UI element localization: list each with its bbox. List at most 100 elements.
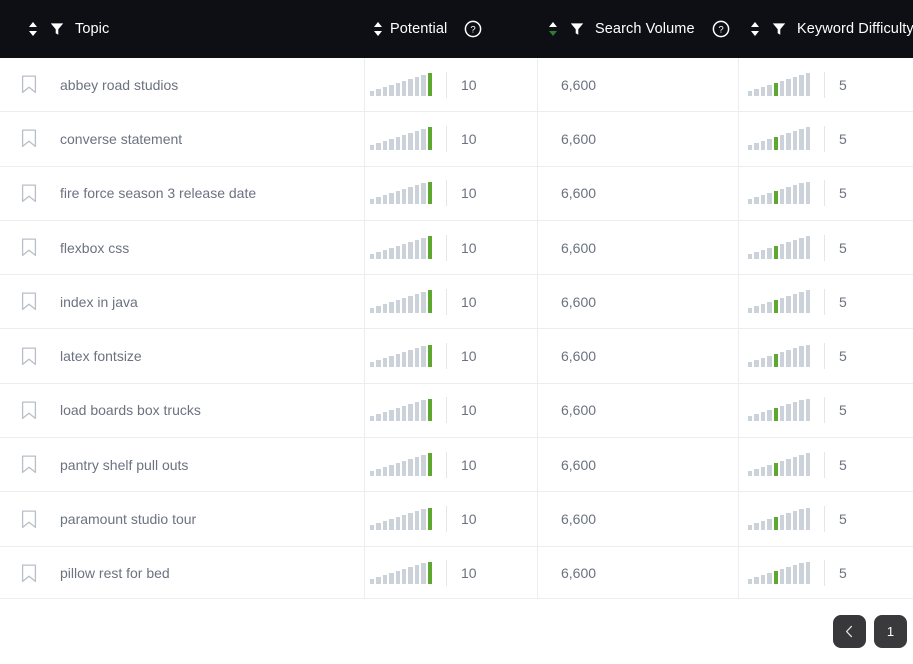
- table-row[interactable]: latex fontsize 10 6,600 5: [0, 329, 913, 384]
- potential-value: 10: [461, 130, 477, 147]
- keyword-difficulty-bar-chart: [748, 344, 812, 368]
- bookmark-icon[interactable]: [0, 238, 46, 257]
- sort-ascending-arrow: [750, 22, 759, 27]
- table-row[interactable]: pillow rest for bed 10 6,600 5: [0, 546, 913, 598]
- cell-topic: latex fontsize: [0, 329, 364, 382]
- search-volume-value: 6,600: [561, 456, 597, 473]
- topic-label: abbey road studios: [60, 76, 179, 93]
- bookmark-icon[interactable]: [0, 292, 46, 311]
- search-volume-value: 6,600: [561, 565, 597, 582]
- keyword-difficulty-value: 5: [839, 130, 847, 147]
- table-row[interactable]: flexbox css 10 6,600 5: [0, 220, 913, 276]
- keyword-difficulty-bar-chart: [748, 561, 812, 585]
- topic-label: paramount studio tour: [60, 511, 197, 528]
- column-header-keyword-difficulty-label: Keyword Difficulty: [797, 21, 913, 37]
- svg-text:?: ?: [471, 25, 476, 36]
- potential-bar-chart: [370, 236, 434, 259]
- cell-keyword-difficulty: 5: [738, 383, 913, 438]
- bookmark-icon-glyph: [21, 292, 37, 311]
- bookmark-icon[interactable]: [0, 564, 46, 583]
- bookmark-icon-glyph: [21, 401, 37, 419]
- metric-divider: [824, 560, 825, 587]
- potential-bar-chart: [370, 561, 434, 585]
- bookmark-icon[interactable]: [0, 455, 46, 474]
- topic-label: converse statement: [60, 130, 183, 147]
- chevron-left-icon: [845, 625, 853, 638]
- bookmark-icon[interactable]: [0, 184, 46, 203]
- table-row[interactable]: converse statement 10 6,600 5: [0, 112, 913, 167]
- column-header-search-volume-label: Search Volume: [595, 21, 695, 37]
- metric-divider: [446, 71, 447, 98]
- keyword-difficulty-metric: 5: [738, 560, 857, 587]
- cell-topic: pillow rest for bed: [0, 547, 364, 598]
- sort-ascending-arrow: [28, 22, 37, 27]
- sort-icon-search-volume[interactable]: [544, 16, 561, 42]
- bookmark-icon[interactable]: [0, 347, 46, 366]
- cell-potential: 10: [364, 58, 537, 112]
- potential-metric: 10: [364, 397, 479, 424]
- potential-value: 10: [461, 456, 477, 473]
- column-header-topic[interactable]: Topic: [0, 0, 364, 58]
- metric-divider: [824, 397, 825, 424]
- potential-metric: 10: [364, 343, 479, 370]
- table-row[interactable]: pantry shelf pull outs 10 6,600 5: [0, 438, 913, 493]
- potential-value: 10: [461, 511, 477, 528]
- bookmark-icon[interactable]: [0, 401, 46, 420]
- potential-value: 10: [461, 76, 477, 93]
- pagination-prev-button[interactable]: [833, 615, 866, 648]
- sort-icon-topic[interactable]: [24, 16, 41, 42]
- keyword-difficulty-bar-chart: [748, 73, 812, 96]
- bookmark-icon-glyph: [21, 564, 37, 582]
- column-header-keyword-difficulty[interactable]: Keyword Difficulty ?: [738, 0, 913, 58]
- keyword-difficulty-metric: 5: [738, 125, 857, 152]
- metric-divider: [446, 397, 447, 424]
- cell-search-volume: 6,600: [537, 112, 738, 166]
- table-row[interactable]: abbey road studios 10 6,600 5: [0, 58, 913, 113]
- metric-divider: [824, 288, 825, 315]
- bookmark-icon[interactable]: [0, 129, 46, 148]
- potential-bar-chart: [370, 398, 434, 422]
- sort-icon-potential[interactable]: [369, 16, 386, 42]
- help-icon-search-volume[interactable]: ?: [708, 16, 734, 42]
- topic-label: pantry shelf pull outs: [60, 456, 189, 473]
- keyword-difficulty-value: 5: [839, 511, 847, 528]
- search-volume-value: 6,600: [561, 348, 597, 365]
- cell-keyword-difficulty: 5: [738, 275, 913, 329]
- pagination-page-1-button[interactable]: 1: [874, 615, 907, 648]
- keyword-difficulty-bar-chart: [748, 127, 812, 150]
- column-header-search-volume[interactable]: Search Volume ?: [537, 0, 738, 58]
- bookmark-icon[interactable]: [0, 75, 46, 94]
- sort-ascending-arrow: [548, 22, 557, 27]
- metric-divider: [824, 343, 825, 370]
- cell-keyword-difficulty: 5: [738, 438, 913, 492]
- cell-topic: fire force season 3 release date: [0, 167, 364, 220]
- cell-search-volume: 6,600: [537, 275, 738, 329]
- table-row[interactable]: fire force season 3 release date 10 6,600 5: [0, 166, 913, 221]
- potential-metric: 10: [364, 560, 479, 587]
- metric-divider: [446, 180, 447, 207]
- filter-icon-keyword-difficulty[interactable]: [768, 16, 790, 42]
- table-row[interactable]: paramount studio tour 10 6,600 5: [0, 492, 913, 547]
- filter-icon-topic[interactable]: [46, 16, 68, 42]
- cell-search-volume: 6,600: [537, 166, 738, 221]
- potential-metric: 10: [364, 125, 479, 152]
- table-row[interactable]: load boards box trucks 10 6,600 5: [0, 383, 913, 439]
- metric-divider: [446, 343, 447, 370]
- table-footer: 1: [0, 598, 913, 664]
- cell-keyword-difficulty: 5: [738, 546, 913, 598]
- bookmark-icon[interactable]: [0, 509, 46, 529]
- keyword-difficulty-bar-chart: [748, 398, 812, 422]
- potential-value: 10: [461, 348, 477, 365]
- sort-icon-keyword-difficulty[interactable]: [746, 16, 763, 42]
- help-icon-potential[interactable]: ?: [460, 16, 486, 42]
- potential-metric: 10: [364, 506, 479, 533]
- topic-label: fire force season 3 release date: [60, 185, 257, 202]
- metric-divider: [824, 506, 825, 533]
- cell-search-volume: 6,600: [537, 58, 738, 112]
- column-header-potential[interactable]: Potential ?: [364, 0, 537, 58]
- metric-divider: [824, 71, 825, 98]
- table-row[interactable]: index in java 10 6,600 5: [0, 275, 913, 330]
- filter-icon-search-volume[interactable]: [566, 16, 588, 42]
- keyword-difficulty-value: 5: [839, 348, 847, 365]
- cell-topic: paramount studio tour: [0, 492, 364, 545]
